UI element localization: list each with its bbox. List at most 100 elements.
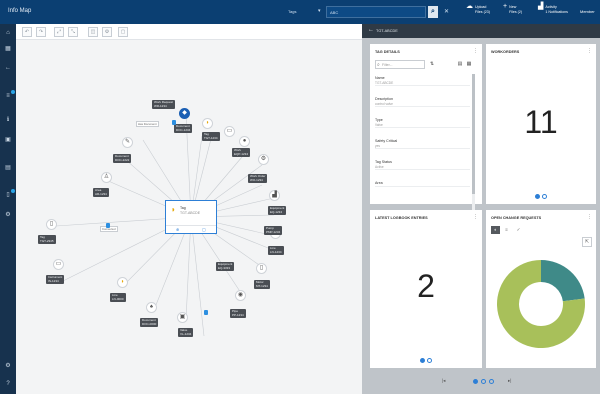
home-icon[interactable]: ⌂ (4, 29, 12, 37)
page-dot[interactable] (481, 379, 486, 384)
flame-icon[interactable]: ♠ (146, 302, 157, 313)
settings-icon[interactable]: ⚙ (4, 211, 12, 219)
gear-icon[interactable]: ⚙ (258, 154, 269, 165)
more-icon[interactable]: ⋮ (473, 48, 478, 54)
wrench-icon[interactable]: ✎ (122, 137, 133, 148)
settings-icon[interactable]: ⚙ (102, 27, 112, 37)
list-view-icon[interactable]: ▤ (456, 60, 464, 69)
page-dot-active[interactable] (420, 358, 425, 363)
document-icon[interactable]: ▭ (53, 259, 64, 270)
person-icon[interactable]: ♙ (101, 172, 112, 183)
search-input[interactable]: ABC (326, 6, 426, 18)
upload-files-button[interactable]: ☁ Upload Files (23) (466, 3, 490, 21)
tag-icon[interactable]: ◗ (117, 277, 128, 288)
left-nav-rail: ⌂ ▦ ← ≡ ℹ ▣ ▤ ▯ ⚙ ⚙ ? (0, 24, 16, 394)
activity-button[interactable]: ▟ Activity 1 Notifications (538, 3, 568, 21)
search-icon[interactable]: ⌕ (428, 6, 438, 18)
graph-node-label[interactable]: Work EQP-1234 (232, 148, 251, 158)
document-icon[interactable]: ▯ (256, 263, 267, 274)
search-icon: ⌕ (377, 62, 380, 68)
chart-icon[interactable]: ▟ (269, 190, 280, 201)
expand-icon[interactable]: ⊕ (176, 227, 179, 232)
node-icon[interactable]: ● (239, 136, 250, 147)
undo-icon[interactable]: ↶ (22, 27, 32, 37)
new-files-button[interactable]: + New Files (2) (503, 3, 522, 21)
scrollbar[interactable] (472, 74, 475, 219)
expand-icon[interactable]: ⤢ (54, 27, 64, 37)
layout-icon[interactable]: ◫ (88, 27, 98, 37)
graph-edge (190, 216, 205, 337)
graph-toolbar: ↶ ↷ ⤢ ⤡ ◫ ⚙ ▢ (16, 24, 362, 40)
back-arrow-icon[interactable]: ← (368, 27, 374, 33)
pin-icon[interactable]: ▢ (202, 227, 206, 232)
user-menu[interactable]: Member (580, 9, 595, 14)
document-icon[interactable]: ▭ (224, 126, 235, 137)
page-dot[interactable] (489, 379, 494, 384)
focused-tag-node[interactable]: ◗ Tag TGT-ABCDE ⊕ ▢ (165, 200, 217, 234)
grid-icon[interactable]: ▦ (4, 45, 12, 53)
page-dot[interactable] (542, 194, 547, 199)
graph-node-label[interactable]: Valve VL-1234 (178, 328, 194, 338)
graph-node-label[interactable]: Area AR-1234 (93, 188, 109, 198)
pump-icon[interactable]: ◉ (235, 290, 246, 301)
list-icon[interactable]: ≡ (502, 226, 511, 234)
donut-slice[interactable] (541, 260, 585, 302)
chart-pie-icon[interactable]: ◐ (491, 226, 500, 234)
more-icon[interactable]: ⋮ (473, 214, 478, 220)
graph-node-label[interactable]: Instrument IN-1234 (46, 275, 65, 285)
close-icon[interactable]: ✕ (444, 8, 449, 15)
graph-node-label[interactable]: Equipment EQ-1234 (268, 206, 287, 216)
more-icon[interactable]: ⋮ (587, 48, 592, 54)
graph-node-label[interactable]: Line LN-1234 (268, 246, 284, 256)
last-page-icon[interactable]: ▸| (508, 378, 511, 384)
sort-icon[interactable]: ⇅ (428, 60, 436, 69)
graph-node-label[interactable]: Work Request WR-1234 (152, 100, 175, 110)
search-scope-select[interactable]: Tags (288, 9, 296, 14)
grid-view-icon[interactable]: ▦ (465, 60, 473, 69)
change-requests-donut[interactable] (486, 254, 596, 364)
graph-node-label[interactable]: Document DOC-1234 (174, 124, 193, 134)
logbook-card[interactable]: LATEST LOGBOOK ENTRIES ⋮ 2 (370, 210, 482, 368)
first-page-icon[interactable]: |◂ (442, 378, 445, 384)
more-icon[interactable]: ⋮ (587, 214, 592, 220)
shield-icon[interactable]: ◆ (179, 108, 190, 119)
workorders-card[interactable]: WORKORDERS ⋮ 11 (486, 44, 596, 204)
node-label-2: TGT-1234 (204, 135, 218, 140)
gear-icon[interactable]: ⚙ (4, 362, 12, 370)
tag-icon[interactable]: ◗ (202, 118, 213, 129)
page-dot[interactable] (427, 358, 432, 363)
filter-input[interactable]: ⌕ Filter... (375, 60, 425, 69)
page-dot-active[interactable] (473, 379, 478, 384)
graph-node-label[interactable]: Equipment EQ-3333 (216, 262, 235, 272)
graph-node-label[interactable]: Work Order WO-1234 (248, 174, 268, 184)
info-icon[interactable]: ℹ (4, 116, 12, 124)
work-icon[interactable]: ▣ (177, 312, 188, 323)
page-dot-active[interactable] (535, 194, 540, 199)
graph-node-label[interactable]: Tag TGT-1234 (202, 132, 220, 142)
graph-node-label[interactable]: Document DOC-2222 (113, 154, 132, 164)
change-requests-card: OPEN CHANGE REQUESTS ⋮ ◐ ≡ ✓ ⇱ (486, 210, 596, 368)
back-arrow-icon[interactable]: ← (4, 64, 12, 72)
book-icon[interactable]: ▤ (4, 164, 12, 172)
chevron-down-icon[interactable]: ▾ (318, 8, 321, 14)
check-icon[interactable]: ✓ (514, 226, 523, 234)
panel-header: ← TGT-ABCDE (362, 24, 600, 38)
redo-icon[interactable]: ↷ (36, 27, 46, 37)
node-label-2: MT-1234 (256, 283, 268, 288)
collapse-icon[interactable]: ⤡ (68, 27, 78, 37)
help-icon[interactable]: ? (4, 380, 12, 388)
graph-node-label[interactable]: Tag TGT-2345 (38, 235, 56, 245)
graph-node-label[interactable]: Motor MT-1234 (254, 280, 270, 290)
graph-node-label[interactable]: Line LN-0000 (110, 293, 126, 303)
scrollbar-thumb[interactable] (472, 74, 475, 194)
graph-node-label[interactable]: Pipe PP-1234 (230, 309, 246, 319)
graph-node-label[interactable]: Pump PMP-1234 (264, 226, 283, 236)
plus-icon: + (503, 3, 508, 10)
graph-node-label[interactable]: Document DOC-0000 (140, 318, 159, 328)
export-icon[interactable]: ⇱ (582, 237, 592, 247)
document-icon[interactable]: ▯ (46, 219, 57, 230)
relationship-graph-canvas[interactable]: ◆ ◗ ▭ ● ⚙ ▟ ◎ ▯ ◉ ▣ ♠ ◗ ▭ ▯ ♙ ✎ Document… (16, 40, 362, 394)
edge-label: Has Document (136, 121, 159, 127)
lock-icon[interactable]: ▣ (4, 136, 12, 144)
fit-icon[interactable]: ▢ (118, 27, 128, 37)
